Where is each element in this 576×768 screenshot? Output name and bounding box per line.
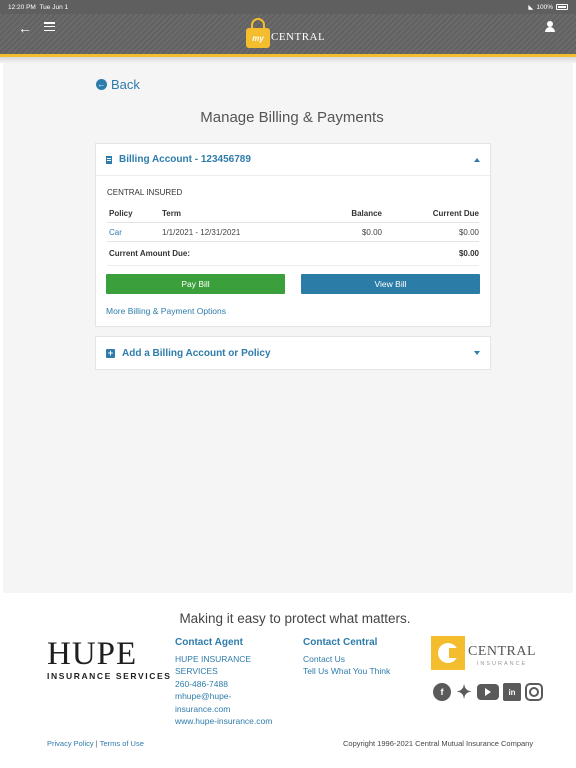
agent-email-link-line1[interactable]: mhupe@hupe- <box>175 690 272 703</box>
contact-agent-section: Contact Agent HUPE INSURANCE SERVICES 26… <box>175 637 272 728</box>
policy-balance: $0.00 <box>361 227 382 237</box>
agent-phone-link[interactable]: 260-486-7488 <box>175 678 272 691</box>
back-link-label: Back <box>111 77 140 92</box>
add-account-header[interactable]: + Add a Billing Account or Policy <box>96 337 490 369</box>
central-logo-sub: INSURANCE <box>476 661 528 667</box>
billing-table: Policy Term Balance Current Due Car 1/1/… <box>107 204 479 266</box>
back-arrow-icon[interactable]: ← <box>18 20 32 36</box>
status-right: ◣ 100% <box>528 3 568 11</box>
status-bar: 12:20 PM Tue Jun 1 ◣ 100% <box>0 0 576 14</box>
central-logo-name: CENTRAL <box>468 644 537 659</box>
central-c-mark-icon <box>431 636 465 670</box>
total-due-value: $0.00 <box>458 249 479 258</box>
twitter-icon[interactable]: ✦ <box>455 682 473 702</box>
agency-logo: HUPE INSURANCE SERVICES <box>47 637 172 681</box>
legal-separator: | <box>95 739 98 748</box>
table-header-row: Policy Term Balance Current Due <box>107 204 479 223</box>
instagram-icon[interactable] <box>525 683 543 701</box>
status-left: 12:20 PM Tue Jun 1 <box>8 4 68 11</box>
wifi-icon: ◣ <box>528 4 534 11</box>
caret-up-icon[interactable] <box>474 157 480 162</box>
column-header-current-due: Current Due <box>432 208 479 218</box>
column-header-term: Term <box>162 208 181 218</box>
insured-name: CENTRAL INSURED <box>107 188 183 197</box>
copyright-text: Copyright 1996-2021 Central Mutual Insur… <box>343 739 534 748</box>
billing-account-header[interactable]: Billing Account - 123456789 <box>96 144 490 176</box>
my-central-logo[interactable]: my CENTRAL <box>246 15 325 51</box>
add-account-title: Add a Billing Account or Policy <box>122 347 271 359</box>
footer-legal-links: Privacy Policy | Terms of Use <box>47 739 144 748</box>
agent-email-link-line2[interactable]: insurance.com <box>175 703 272 716</box>
plus-square-icon: + <box>106 347 115 358</box>
more-billing-options-link[interactable]: More Billing & Payment Options <box>106 306 226 316</box>
policy-current-due: $0.00 <box>458 227 479 237</box>
agent-name-line1: HUPE INSURANCE <box>175 653 252 664</box>
column-header-policy: Policy <box>109 208 133 218</box>
agent-website-link[interactable]: www.hupe-insurance.com <box>175 715 272 728</box>
arrow-circle-left-icon: ← <box>96 79 107 90</box>
lock-icon: my <box>246 18 270 49</box>
page-title: Manage Billing & Payments <box>200 109 384 126</box>
add-account-card: + Add a Billing Account or Policy <box>95 336 491 370</box>
agency-logo-name: HUPE <box>47 636 138 672</box>
pay-bill-button[interactable]: Pay Bill <box>106 274 285 294</box>
footer-tagline: Making it easy to protect what matters. <box>179 611 411 626</box>
youtube-icon[interactable] <box>477 684 499 700</box>
main-content: ← Back Manage Billing & Payments Billing… <box>3 63 573 593</box>
contact-central-section: Contact Central Contact Us Tell Us What … <box>303 637 390 678</box>
feedback-link[interactable]: Tell Us What You Think <box>303 665 390 678</box>
central-insurance-logo: CENTRAL INSURANCE <box>431 636 536 670</box>
user-account-icon[interactable] <box>544 21 556 33</box>
facebook-icon[interactable]: f <box>433 683 451 701</box>
billing-account-title: Billing Account - 123456789 <box>119 154 251 165</box>
column-header-balance: Balance <box>351 208 382 218</box>
hamburger-menu-icon[interactable] <box>44 22 55 32</box>
status-date: Tue Jun 1 <box>39 3 69 11</box>
logo-my-text: my <box>246 28 270 48</box>
document-icon <box>106 155 112 164</box>
view-bill-button[interactable]: View Bill <box>301 274 480 294</box>
policy-link[interactable]: Car <box>107 228 162 237</box>
billing-account-card: Billing Account - 123456789 CENTRAL INSU… <box>95 143 491 327</box>
table-row: Car 1/1/2021 - 12/31/2021 $0.00 $0.00 <box>107 223 479 242</box>
contact-us-link[interactable]: Contact Us <box>303 653 390 666</box>
battery-percent: 100% <box>536 3 553 11</box>
battery-icon <box>556 4 568 10</box>
app-header: ← my CENTRAL <box>0 14 576 54</box>
status-time: 12:20 PM <box>8 3 36 11</box>
caret-down-icon[interactable] <box>474 351 480 355</box>
privacy-policy-link[interactable]: Privacy Policy <box>47 739 94 748</box>
total-due-row: Current Amount Due: $0.00 <box>107 242 479 266</box>
social-links: f ✦ in <box>433 682 543 702</box>
logo-central-text: CENTRAL <box>271 31 326 43</box>
total-due-label: Current Amount Due: <box>109 249 191 258</box>
agency-logo-subtitle: INSURANCE SERVICES <box>47 671 172 681</box>
terms-of-use-link[interactable]: Terms of Use <box>100 739 144 748</box>
policy-term: 1/1/2021 - 12/31/2021 <box>162 227 241 237</box>
contact-agent-heading: Contact Agent <box>175 637 243 648</box>
back-link[interactable]: ← Back <box>96 77 140 92</box>
agent-name-line2: SERVICES <box>175 666 218 676</box>
linkedin-icon[interactable]: in <box>503 683 521 701</box>
contact-central-heading: Contact Central <box>303 637 378 648</box>
